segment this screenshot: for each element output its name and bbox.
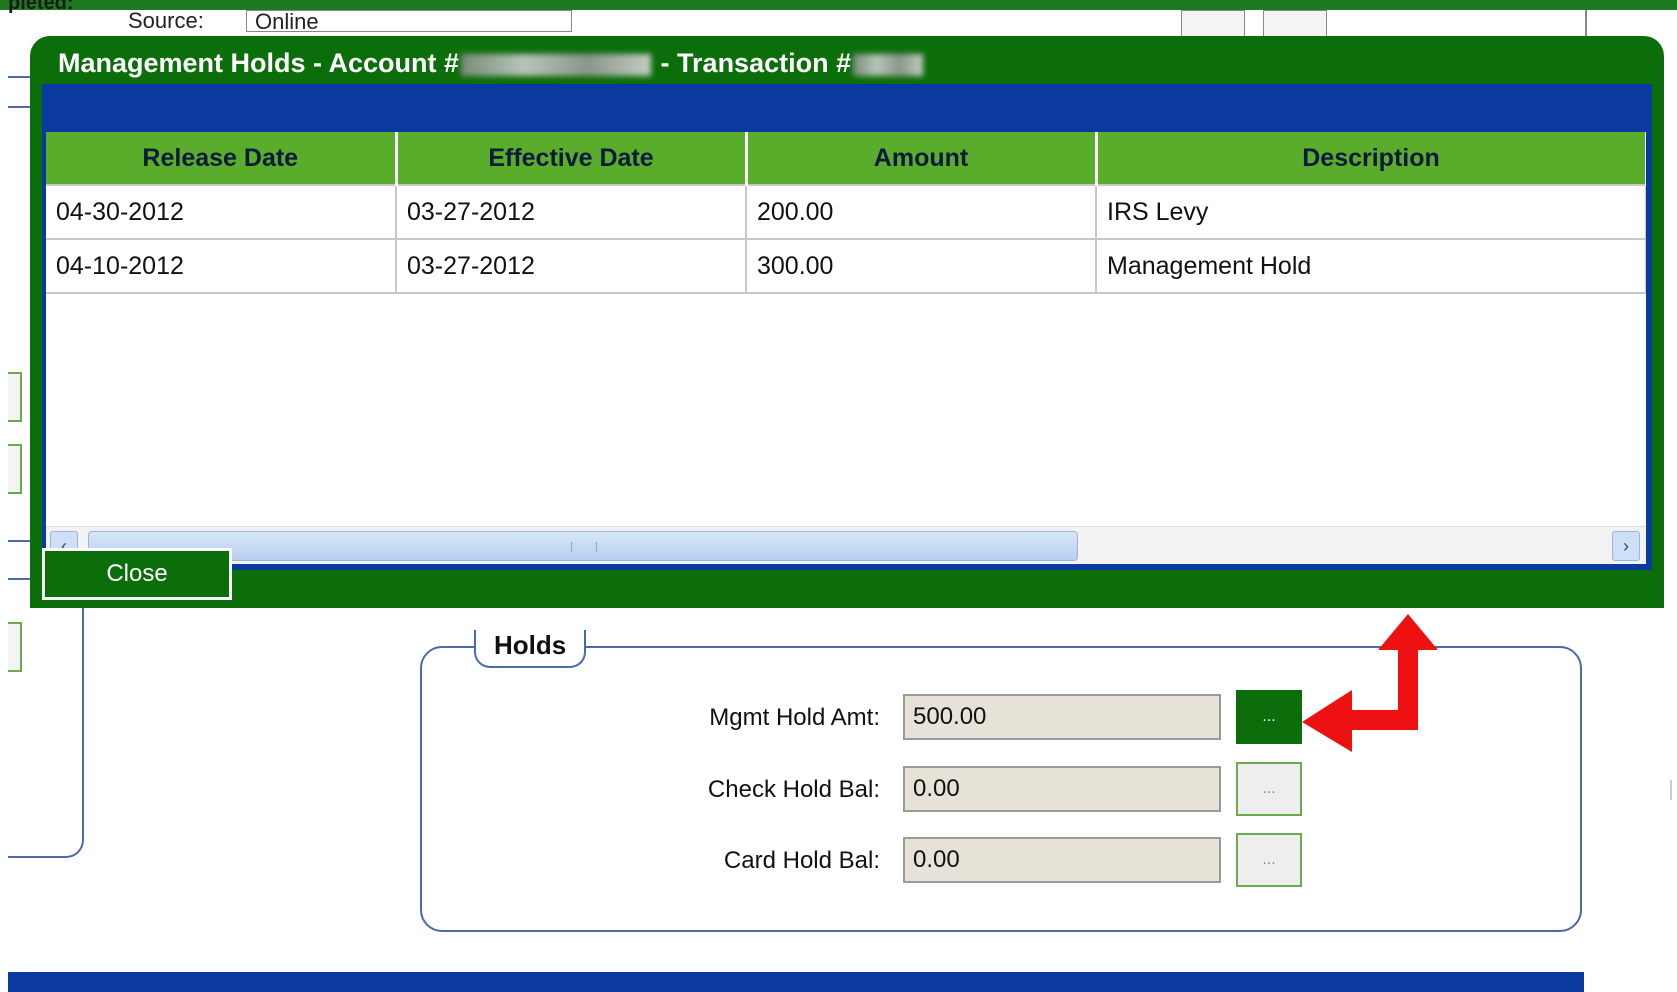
chevron-right-icon[interactable]: › bbox=[1612, 531, 1640, 561]
background-top-bar bbox=[0, 0, 1677, 10]
background-left-line bbox=[8, 540, 32, 542]
card-hold-bal-label: Card Hold Bal: bbox=[723, 847, 880, 874]
column-header-amount[interactable]: Amount bbox=[746, 132, 1098, 186]
dialog-title: Management Holds - Account # - Transacti… bbox=[58, 48, 925, 79]
dialog-title-transaction: - Transaction # bbox=[653, 48, 852, 78]
source-input[interactable]: Online bbox=[246, 10, 572, 32]
mgmt-hold-amt-label: Mgmt Hold Amt: bbox=[709, 704, 880, 731]
check-hold-details-button[interactable]: ... bbox=[1236, 762, 1302, 816]
check-hold-bal-label: Check Hold Bal: bbox=[707, 776, 880, 803]
column-header-effective-date[interactable]: Effective Date bbox=[396, 132, 748, 186]
table-header-row: Release Date Effective Date Amount Descr… bbox=[46, 132, 1646, 186]
holds-legend: Holds bbox=[474, 630, 587, 668]
background-left-line bbox=[8, 76, 32, 78]
cell-amount: 200.00 bbox=[746, 185, 1097, 240]
close-button[interactable]: Close bbox=[42, 548, 232, 600]
background-footer-bar bbox=[8, 972, 1584, 992]
table-row[interactable]: 04-30-2012 03-27-2012 200.00 IRS Levy bbox=[46, 185, 1646, 240]
column-header-release-date[interactable]: Release Date bbox=[46, 132, 398, 186]
redacted-transaction-number bbox=[853, 53, 924, 76]
management-holds-dialog: Management Holds - Account # - Transacti… bbox=[30, 36, 1664, 608]
background-right-edge bbox=[1670, 780, 1672, 800]
cell-release-date: 04-10-2012 bbox=[46, 239, 397, 294]
mgmt-hold-details-button[interactable]: ... bbox=[1236, 690, 1302, 744]
dialog-toolbar-strip bbox=[42, 84, 1652, 130]
cell-effective-date: 03-27-2012 bbox=[396, 185, 747, 240]
card-hold-bal-field[interactable]: 0.00 bbox=[903, 837, 1221, 883]
holds-grid: Release Date Effective Date Amount Descr… bbox=[46, 132, 1646, 564]
cell-amount: 300.00 bbox=[746, 239, 1097, 294]
cell-release-date: 04-30-2012 bbox=[46, 185, 397, 240]
redacted-account-number bbox=[461, 53, 652, 76]
dialog-title-prefix: Management Holds - Account # bbox=[58, 48, 460, 78]
background-partial-heading: pleted: bbox=[8, 0, 74, 14]
cell-description: IRS Levy bbox=[1096, 185, 1646, 240]
background-left-line bbox=[8, 106, 32, 108]
scrollbar-thumb[interactable] bbox=[88, 531, 1078, 561]
grip-icon bbox=[571, 542, 597, 552]
card-hold-details-button[interactable]: ... bbox=[1236, 833, 1302, 887]
check-hold-bal-field[interactable]: 0.00 bbox=[903, 766, 1221, 812]
background-left-tab[interactable] bbox=[8, 444, 22, 494]
red-arrow-icon bbox=[1302, 614, 1438, 752]
cell-effective-date: 03-27-2012 bbox=[396, 239, 747, 294]
holds-grid-container: Release Date Effective Date Amount Descr… bbox=[42, 130, 1652, 570]
source-label: Source: bbox=[128, 8, 204, 33]
holds-table: Release Date Effective Date Amount Descr… bbox=[46, 132, 1646, 294]
background-left-tab[interactable] bbox=[8, 372, 22, 422]
cell-description: Management Hold bbox=[1096, 239, 1646, 294]
column-header-description[interactable]: Description bbox=[1096, 132, 1646, 186]
table-row[interactable]: 04-10-2012 03-27-2012 300.00 Management … bbox=[46, 239, 1646, 294]
horizontal-scrollbar[interactable]: ‹ › bbox=[46, 526, 1646, 564]
mgmt-hold-amt-field[interactable]: 500.00 bbox=[903, 694, 1221, 740]
